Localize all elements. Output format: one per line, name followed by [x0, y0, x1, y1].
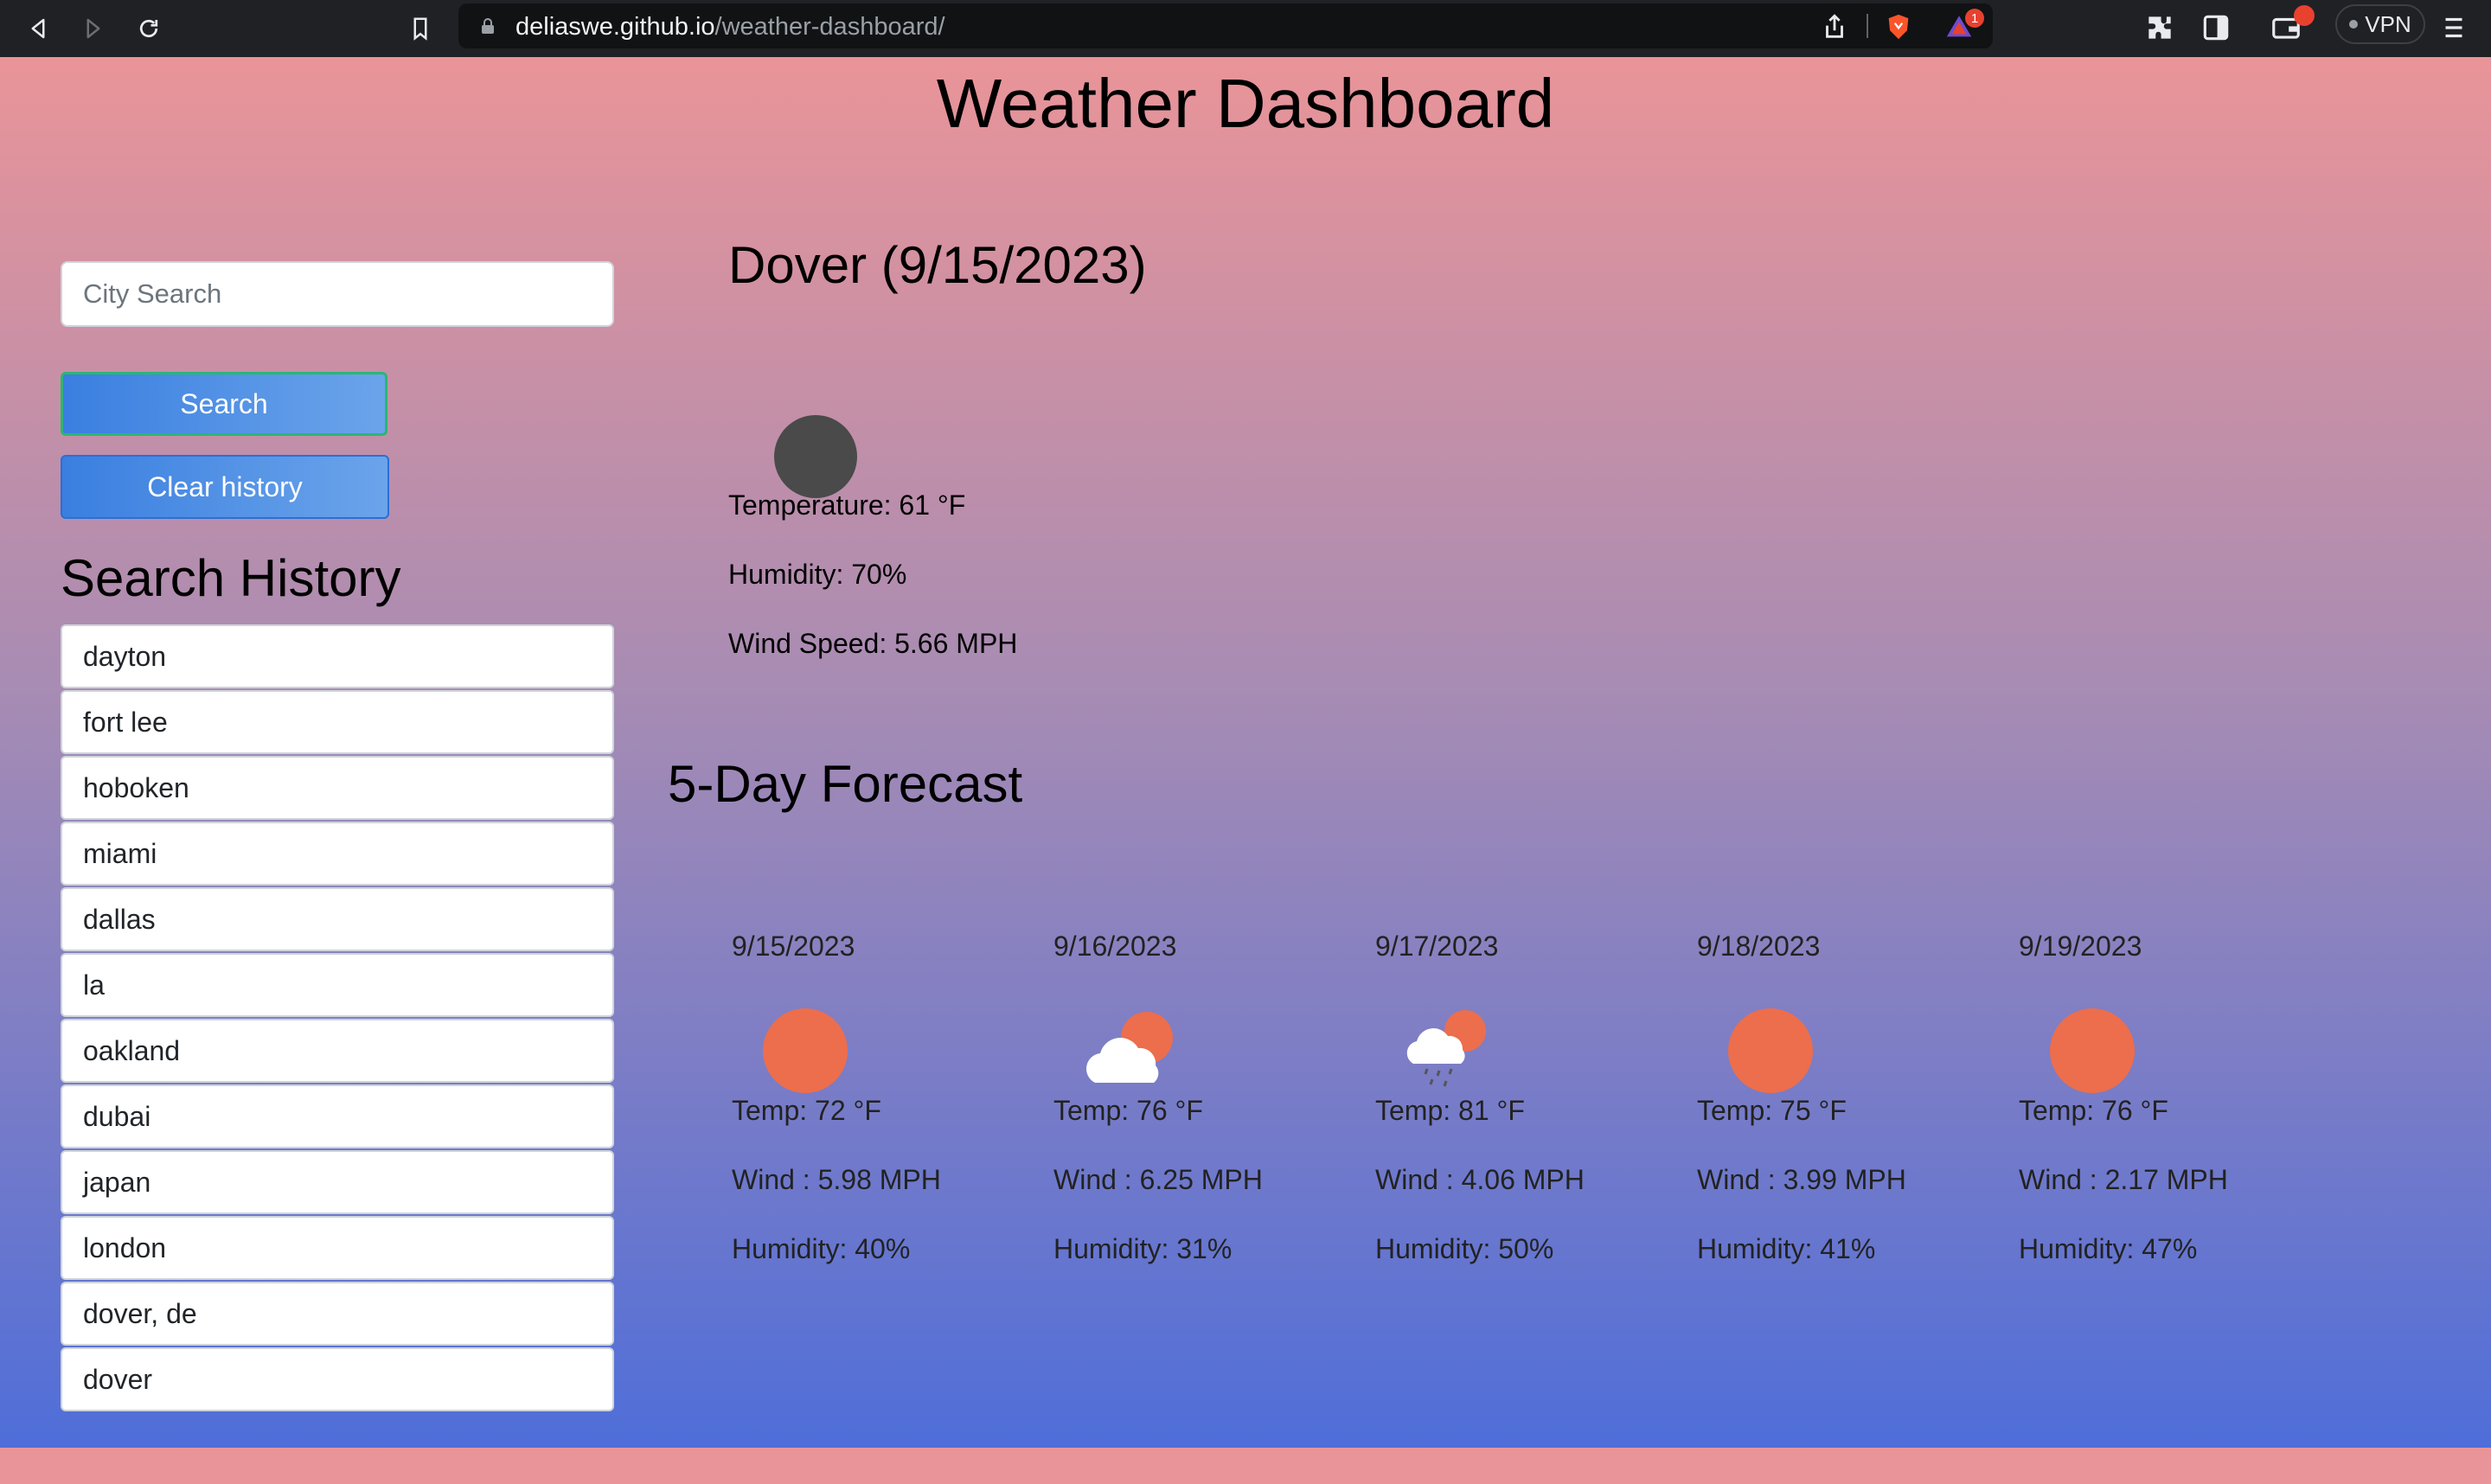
forecast-wind: Wind : 2.17 MPH — [2019, 1164, 2228, 1195]
forecast-humidity: Humidity: 40% — [732, 1233, 911, 1264]
history-item[interactable]: la — [61, 953, 614, 1017]
vpn-button[interactable]: VPN — [2335, 4, 2425, 44]
clear-history-button[interactable]: Clear history — [61, 455, 389, 519]
history-item[interactable]: miami — [61, 822, 614, 886]
forecast-date: 9/15/2023 — [732, 931, 855, 962]
history-item[interactable]: dallas — [61, 887, 614, 951]
forecast-wind: Wind : 4.06 MPH — [1375, 1164, 1585, 1195]
forecast-temp: Temp: 72 °F — [732, 1095, 881, 1126]
rain-cloud-sun-icon — [1406, 1010, 1486, 1087]
back-icon[interactable] — [17, 8, 59, 49]
forecast-temp: Temp: 76 °F — [1053, 1095, 1203, 1126]
forecast-humidity: Humidity: 50% — [1375, 1233, 1554, 1264]
browser-toolbar: deliaswe.github.io/weather-dashboard/ 1 … — [0, 0, 2491, 57]
forecast-card: 9/18/2023 Temp: 75 °F Wind : 3.99 MPH Hu… — [1697, 931, 1974, 1328]
forecast-temp: Temp: 81 °F — [1375, 1095, 1525, 1126]
address-bar[interactable]: deliaswe.github.io/weather-dashboard/ 1 — [458, 3, 1993, 48]
lock-icon — [482, 18, 494, 34]
history-item[interactable]: dover — [61, 1347, 614, 1411]
bookmark-icon[interactable] — [400, 8, 441, 49]
search-history-title: Search History — [61, 549, 401, 607]
wallet-notification-dot — [2294, 5, 2315, 26]
divider — [1867, 14, 1868, 38]
forecast-card: 9/15/2023 Temp: 72 °F Wind : 5.98 MPH Hu… — [732, 931, 1009, 1328]
forecast-humidity: Humidity: 41% — [1697, 1233, 1876, 1264]
share-icon[interactable] — [1820, 12, 1849, 42]
current-city-title: Dover (9/15/2023) — [728, 236, 1147, 294]
sun-icon — [1728, 1008, 1813, 1093]
search-button[interactable]: Search — [61, 372, 387, 436]
sun-icon — [2050, 1008, 2135, 1093]
menu-icon[interactable] — [2437, 11, 2470, 44]
cloud-sun-icon — [1086, 1012, 1173, 1083]
forecast-temp: Temp: 75 °F — [1697, 1095, 1847, 1126]
forecast-humidity: Humidity: 47% — [2019, 1233, 2198, 1264]
forecast-date: 9/19/2023 — [2019, 931, 2142, 962]
url-path: /weather-dashboard/ — [714, 13, 945, 41]
rewards-badge: 1 — [1965, 9, 1984, 28]
history-item[interactable]: fort lee — [61, 690, 614, 754]
forecast-title: 5-Day Forecast — [668, 755, 1023, 813]
city-search-input[interactable] — [61, 261, 614, 327]
search-history-list: dayton fort lee hoboken miami dallas la … — [61, 624, 614, 1413]
sun-icon — [763, 1008, 848, 1093]
current-wind-speed: Wind Speed: 5.66 MPH — [728, 628, 1018, 659]
history-item[interactable]: hoboken — [61, 756, 614, 820]
forward-icon[interactable] — [73, 8, 114, 49]
forecast-date: 9/18/2023 — [1697, 931, 1821, 962]
page-body: Weather Dashboard Search Clear history S… — [0, 57, 2491, 1448]
footer-band — [0, 1448, 2491, 1484]
forecast-wind: Wind : 6.25 MPH — [1053, 1164, 1263, 1195]
url-text: deliaswe.github.io/weather-dashboard/ — [515, 13, 945, 42]
current-humidity: Humidity: 70% — [728, 559, 907, 590]
history-item[interactable]: dover, de — [61, 1282, 614, 1346]
history-item[interactable]: oakland — [61, 1019, 614, 1083]
history-item[interactable]: dayton — [61, 624, 614, 688]
forecast-humidity: Humidity: 31% — [1053, 1233, 1233, 1264]
history-item[interactable]: london — [61, 1216, 614, 1280]
forecast-date: 9/16/2023 — [1053, 931, 1177, 962]
forecast-date: 9/17/2023 — [1375, 931, 1499, 962]
url-host: deliaswe.github.io — [515, 13, 715, 41]
forecast-card: 9/17/2023 Temp: 81 °F Wind : 4.06 MPH Hu… — [1375, 931, 1652, 1328]
current-temperature: Temperature: 61 °F — [728, 489, 966, 521]
history-item[interactable]: japan — [61, 1150, 614, 1214]
brave-shield-icon[interactable] — [1884, 12, 1913, 42]
extensions-icon[interactable] — [2143, 11, 2176, 44]
forecast-card: 9/19/2023 Temp: 76 °F Wind : 2.17 MPH Hu… — [2019, 931, 2296, 1328]
forecast-temp: Temp: 76 °F — [2019, 1095, 2168, 1126]
history-item[interactable]: dubai — [61, 1084, 614, 1148]
forecast-wind: Wind : 5.98 MPH — [732, 1164, 941, 1195]
reload-icon[interactable] — [128, 8, 170, 49]
vpn-status-dot — [2349, 20, 2359, 29]
dark-moon-icon — [774, 415, 857, 498]
forecast-card: 9/16/2023 Temp: 76 °F Wind : 6.25 MPH Hu… — [1053, 931, 1330, 1328]
vpn-label: VPN — [2365, 10, 2411, 37]
sidebar-icon[interactable] — [2200, 11, 2232, 44]
forecast-wind: Wind : 3.99 MPH — [1697, 1164, 1906, 1195]
page-title: Weather Dashboard — [936, 65, 1555, 142]
